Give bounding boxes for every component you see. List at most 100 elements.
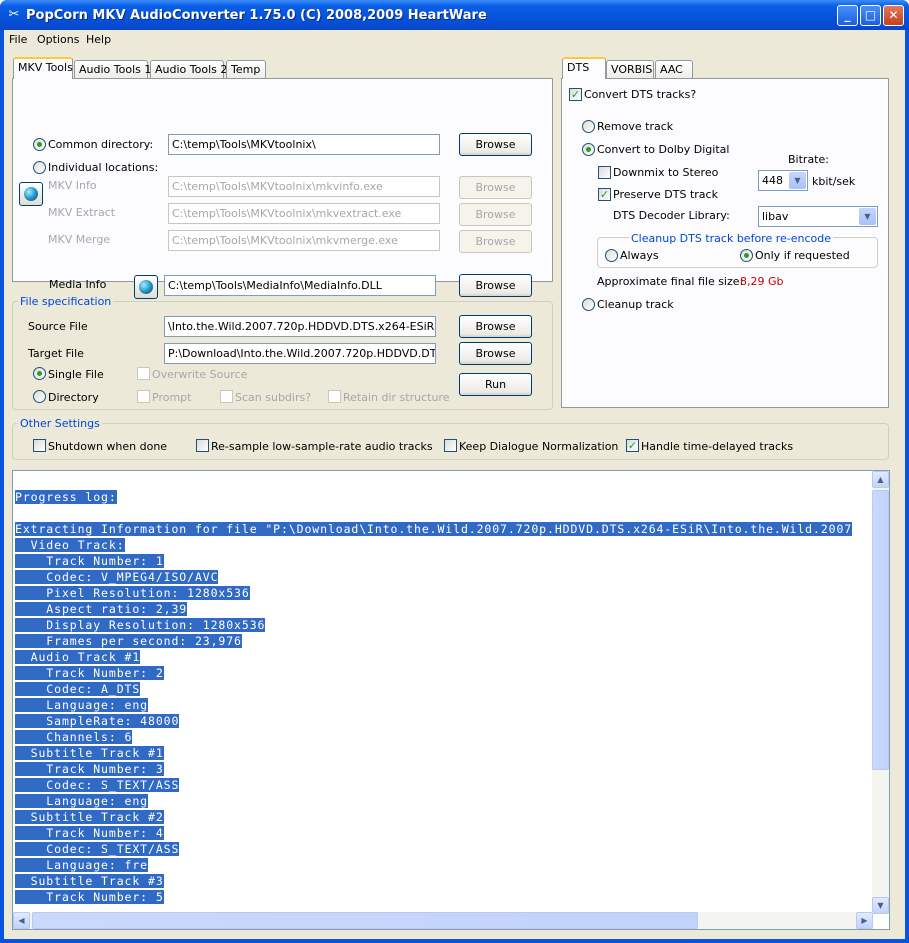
mediainfo-field[interactable]: C:\temp\Tools\MediaInfo\MediaInfo.DLL [164, 275, 436, 296]
progress-log-text[interactable]: Progress log: Extracting Information for … [15, 489, 853, 905]
mkvmerge-field[interactable]: C:\temp\Tools\MKVtoolnix\mkvmerge.exe [168, 230, 440, 251]
log-line-text: Progress log: [15, 490, 117, 504]
tab-aac[interactable]: AAC [655, 60, 693, 79]
log-line-text: Subtitle Track #2 [15, 810, 164, 824]
single-file-label: Single File [48, 368, 104, 381]
common-directory-radio[interactable] [33, 138, 46, 151]
title-bar[interactable]: ✂ PopCorn MKV AudioConverter 1.75.0 (C) … [0, 0, 909, 30]
menu-file[interactable]: File [9, 33, 27, 46]
log-line-text: SampleRate: 48000 [15, 714, 180, 728]
minimize-button[interactable]: _ [837, 5, 858, 26]
log-line-text: Subtitle Track #3 [15, 874, 164, 888]
client-area: File Options Help MKV Tools Audio Tools … [4, 30, 905, 939]
bitrate-value: 448 [762, 174, 783, 187]
browse-mkvinfo-button[interactable]: Browse [459, 176, 532, 199]
shutdown-checkbox[interactable] [33, 439, 46, 452]
close-button[interactable]: ✕ [883, 5, 904, 26]
log-line: Language: eng [15, 793, 852, 809]
single-file-radio[interactable] [33, 367, 46, 380]
mkvmerge-label: MKV Merge [48, 233, 111, 246]
browse-common-button[interactable]: Browse [459, 133, 532, 156]
log-line-text: Language: fre [15, 858, 149, 872]
only-if-requested-label: Only if requested [755, 249, 850, 262]
log-line-text: Language: eng [15, 698, 149, 712]
scroll-left-icon[interactable]: ◀ [13, 912, 30, 929]
target-file-label: Target File [28, 347, 84, 360]
bitrate-select[interactable]: 448 ▼ [758, 170, 808, 191]
tab-audio-tools-2[interactable]: Audio Tools 2 [150, 60, 227, 79]
tab-vorbis[interactable]: VORBIS [606, 60, 654, 79]
downmix-checkbox[interactable] [598, 166, 611, 179]
browse-mediainfo-button[interactable]: Browse [459, 274, 532, 297]
resample-checkbox[interactable] [196, 439, 209, 452]
downmix-label: Downmix to Stereo [613, 166, 719, 179]
log-line: Progress log: [15, 489, 852, 505]
window-title: PopCorn MKV AudioConverter 1.75.0 (C) 20… [26, 8, 487, 23]
tab-mkv-tools[interactable]: MKV Tools [13, 57, 73, 79]
tab-temp[interactable]: Temp [226, 60, 266, 79]
scan-subdirs-checkbox[interactable] [220, 390, 233, 403]
log-line: Codec: V_MPEG4/ISO/AVC [15, 569, 852, 585]
scroll-up-icon[interactable]: ▲ [872, 471, 889, 488]
mediainfo-label: Media Info [49, 278, 107, 291]
scroll-down-icon[interactable]: ▼ [872, 897, 889, 914]
cleanup-track-radio[interactable] [582, 298, 595, 311]
progress-log[interactable]: Progress log: Extracting Information for … [12, 470, 890, 930]
mediainfo-globe-icon[interactable] [134, 275, 158, 299]
chevron-down-icon[interactable]: ▼ [789, 172, 806, 189]
log-line: Extracting Information for file "P:\Down… [15, 521, 853, 537]
convert-dolby-radio[interactable] [582, 143, 595, 156]
log-line-text: Audio Track #1 [15, 650, 141, 664]
convert-dolby-label: Convert to Dolby Digital [597, 143, 730, 156]
chevron-down-icon[interactable]: ▼ [859, 208, 876, 225]
log-line-text: Extracting Information for file "P:\Down… [15, 522, 853, 536]
horizontal-scroll-thumb[interactable] [32, 912, 698, 929]
directory-radio[interactable] [33, 390, 46, 403]
log-line: Audio Track #1 [15, 649, 852, 665]
browse-source-button[interactable]: Browse [459, 315, 532, 338]
only-if-requested-radio[interactable] [740, 249, 753, 262]
always-radio[interactable] [605, 249, 618, 262]
browse-mkvextract-button[interactable]: Browse [459, 203, 532, 226]
tab-audio-tools-1[interactable]: Audio Tools 1 [74, 60, 151, 79]
handle-delayed-checkbox[interactable]: ✓ [626, 439, 639, 452]
preserve-dts-checkbox[interactable]: ✓ [598, 188, 611, 201]
mkvextract-label: MKV Extract [48, 206, 116, 219]
remove-track-radio[interactable] [582, 120, 595, 133]
log-line: Display Resolution: 1280x536 [15, 617, 852, 633]
log-line: Codec: S_TEXT/ASS [15, 777, 852, 793]
target-file-field[interactable]: P:\Download\Into.the.Wild.2007.720p.HDDV… [164, 343, 436, 364]
log-line: Channels: 6 [15, 729, 852, 745]
scroll-right-icon[interactable]: ▶ [856, 912, 873, 929]
prompt-checkbox[interactable] [137, 390, 150, 403]
individual-locations-radio[interactable] [33, 161, 46, 174]
retain-dir-label: Retain dir structure [343, 391, 450, 404]
bitrate-unit: kbit/sek [812, 175, 856, 188]
convert-dts-checkbox[interactable]: ✓ [569, 88, 582, 101]
retain-dir-checkbox[interactable] [328, 390, 341, 403]
horizontal-scrollbar[interactable]: ◀ ▶ [13, 912, 873, 929]
log-line-text: Video Track: [15, 538, 125, 552]
menu-options[interactable]: Options [37, 33, 79, 46]
vertical-scrollbar[interactable]: ▲ ▼ [872, 471, 889, 914]
overwrite-source-checkbox[interactable] [137, 367, 150, 380]
handle-delayed-label: Handle time-delayed tracks [641, 440, 794, 453]
mkvextract-field[interactable]: C:\temp\Tools\MKVtoolnix\mkvextract.exe [168, 203, 440, 224]
keep-dialogue-checkbox[interactable] [444, 439, 457, 452]
decoder-library-select[interactable]: libav ▼ [758, 206, 878, 227]
mkvinfo-label: MKV Info [48, 179, 97, 192]
globe-icon[interactable] [19, 182, 43, 206]
common-directory-field[interactable]: C:\temp\Tools\MKVtoolnix\ [168, 134, 440, 155]
mkvinfo-field[interactable]: C:\temp\Tools\MKVtoolnix\mkvinfo.exe [168, 176, 440, 197]
tab-dts[interactable]: DTS [562, 57, 606, 79]
popcorn-app-icon[interactable]: ✂ [6, 7, 22, 23]
menu-help[interactable]: Help [86, 33, 111, 46]
vertical-scroll-thumb[interactable] [872, 490, 889, 770]
maximize-button[interactable]: □ [860, 5, 881, 26]
run-button[interactable]: Run [459, 373, 532, 396]
log-line-text: Codec: S_TEXT/ASS [15, 842, 180, 856]
browse-target-button[interactable]: Browse [459, 342, 532, 365]
browse-mkvmerge-button[interactable]: Browse [459, 230, 532, 253]
source-file-field[interactable]: \Into.the.Wild.2007.720p.HDDVD.DTS.x264-… [164, 316, 436, 337]
always-label: Always [620, 249, 659, 262]
